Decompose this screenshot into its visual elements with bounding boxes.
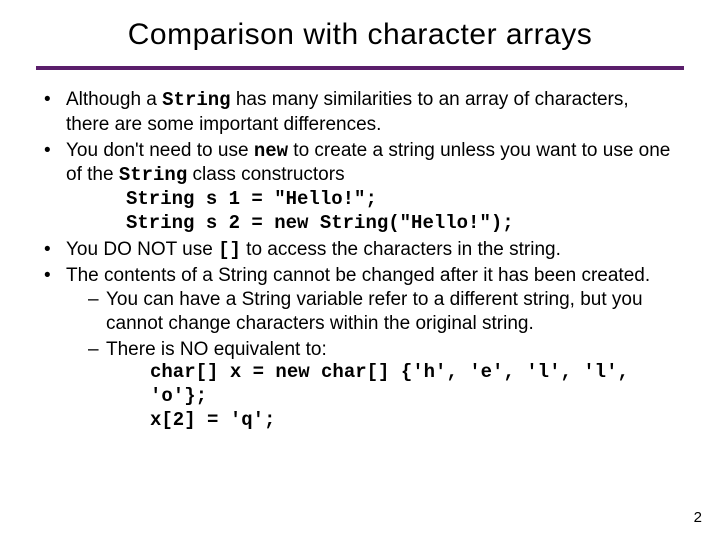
bullet-item: You don't need to use new to create a st… — [44, 139, 676, 236]
page-number: 2 — [694, 509, 702, 526]
text: You don't need to use — [66, 140, 254, 161]
bullet-item: You DO NOT use [] to access the characte… — [44, 238, 676, 263]
code-line: x[2] = 'q'; — [150, 409, 676, 433]
code-block: char[] x = new char[] {'h', 'e', 'l', 'l… — [106, 361, 676, 432]
text: The contents of a String cannot be chang… — [66, 265, 650, 286]
inline-code: [] — [218, 239, 241, 261]
text: to access the characters in the string. — [241, 239, 561, 260]
inline-code: String — [119, 164, 187, 186]
slide-body: Although a String has many similarities … — [0, 70, 720, 433]
bullet-item: Although a String has many similarities … — [44, 88, 676, 137]
sub-bullet-list: You can have a String variable refer to … — [66, 288, 676, 433]
text: Although a — [66, 89, 162, 110]
text: You can have a String variable refer to … — [106, 289, 643, 334]
slide-title: Comparison with character arrays — [0, 0, 720, 66]
inline-code: new — [254, 140, 288, 162]
code-block: String s 1 = "Hello!"; String s 2 = new … — [66, 188, 676, 236]
sub-bullet-item: You can have a String variable refer to … — [88, 288, 676, 336]
text: You DO NOT use — [66, 239, 218, 260]
slide: Comparison with character arrays Althoug… — [0, 0, 720, 540]
inline-code: String — [162, 89, 230, 111]
bullet-item: The contents of a String cannot be chang… — [44, 264, 676, 432]
bullet-list: Although a String has many similarities … — [44, 88, 676, 433]
code-line: char[] x = new char[] {'h', 'e', 'l', 'l… — [150, 361, 676, 409]
code-line: String s 1 = "Hello!"; — [126, 188, 676, 212]
text: There is NO equivalent to: — [106, 339, 327, 360]
text: class constructors — [187, 164, 344, 185]
code-line: String s 2 = new String("Hello!"); — [126, 212, 676, 236]
sub-bullet-item: There is NO equivalent to: char[] x = ne… — [88, 338, 676, 433]
